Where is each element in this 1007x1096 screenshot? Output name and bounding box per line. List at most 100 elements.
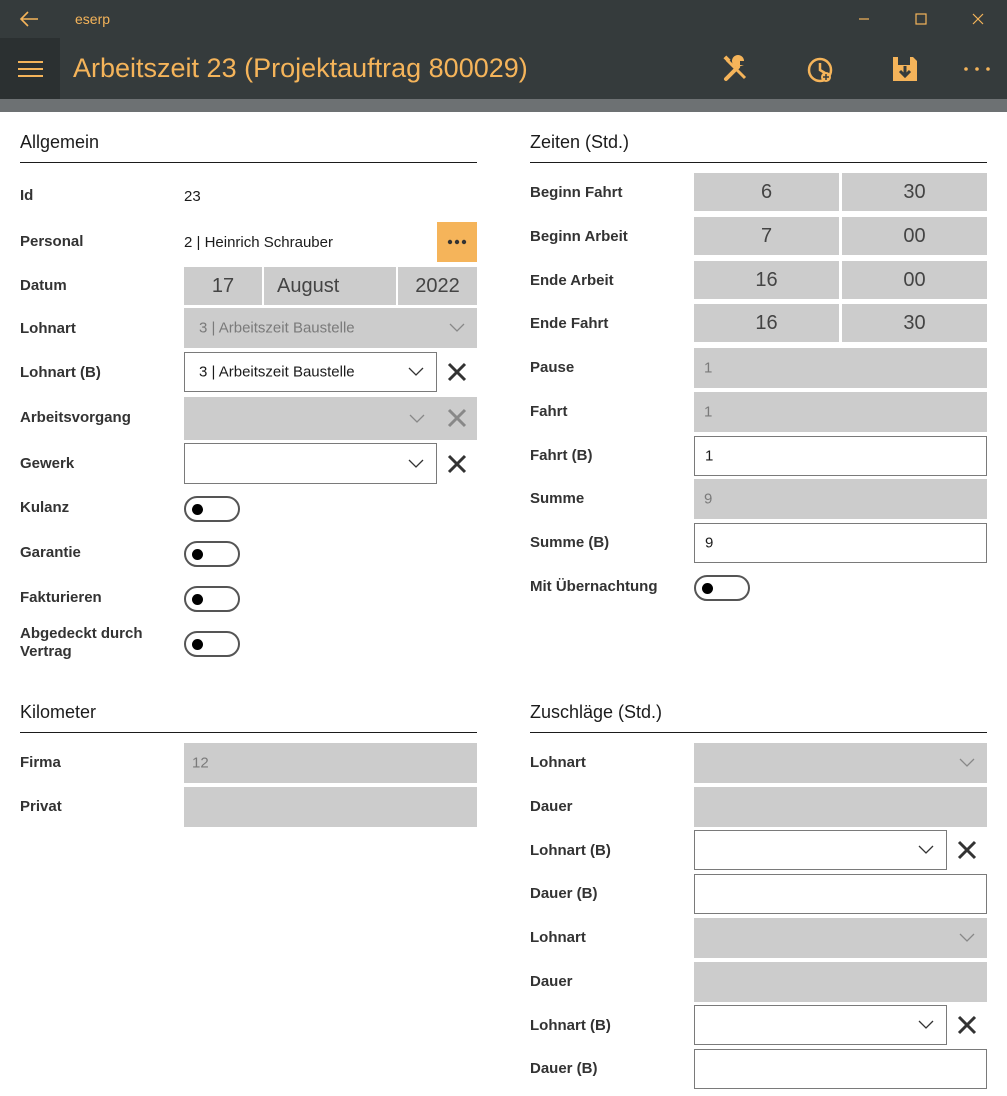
id-value: 23 [184, 188, 201, 205]
fahrt-b-label: Fahrt (B) [530, 447, 593, 464]
header-bar: Arbeitszeit 23 (Projektauftrag 800029) [0, 38, 1007, 99]
pause-label: Pause [530, 359, 575, 376]
chevron-down-icon [408, 367, 424, 376]
fakturieren-label: Fakturieren [20, 589, 102, 606]
zuschlag-lohnart-select [694, 743, 987, 783]
close-icon[interactable] [967, 8, 989, 30]
clear-arbeitsvorgang-icon [447, 408, 467, 428]
maximize-icon[interactable] [910, 8, 932, 30]
summe-b-value: 9 [705, 534, 714, 552]
fahrt-value: 1 [704, 403, 713, 421]
clock-icon[interactable] [803, 52, 837, 86]
more-options-icon[interactable] [960, 52, 994, 86]
beginn-fahrt-minute[interactable]: 30 [842, 173, 987, 211]
section-rule [530, 162, 987, 163]
hamburger-menu-button[interactable] [0, 38, 60, 99]
personal-label: Personal [20, 233, 84, 250]
section-title-zeiten: Zeiten (Std.) [530, 132, 630, 152]
fahrt-b-value: 1 [705, 447, 714, 465]
privat-label: Privat [20, 798, 62, 815]
fahrt-b-input[interactable]: 1 [694, 436, 987, 476]
clear-zuschlag-lohnart-b-2-icon[interactable] [956, 1014, 978, 1036]
pause-value: 1 [704, 359, 713, 377]
summe-field: 9 [694, 479, 987, 519]
app-title: eserp [75, 11, 111, 27]
personal-more-button[interactable] [437, 222, 477, 262]
zuschlag-dauer-b-label: Dauer (B) [530, 885, 598, 902]
beginn-arbeit-minute[interactable]: 00 [842, 217, 987, 255]
ende-arbeit-label: Ende Arbeit [530, 272, 614, 289]
save-icon[interactable] [888, 52, 922, 86]
zuschlag-dauer-b-2-input[interactable] [694, 1049, 987, 1089]
zuschlag-dauer-2-label: Dauer [530, 973, 573, 990]
tools-icon[interactable] [719, 52, 753, 86]
more-dots-icon [447, 239, 467, 245]
personal-value: 2 | Heinrich Schrauber [184, 234, 333, 251]
beginn-arbeit-label: Beginn Arbeit [530, 228, 628, 245]
clear-zuschlag-lohnart-b-icon[interactable] [956, 839, 978, 861]
beginn-fahrt-hour[interactable]: 6 [694, 173, 839, 211]
zuschlag-lohnart-b-select[interactable] [694, 830, 947, 870]
ende-fahrt-hour[interactable]: 16 [694, 304, 839, 342]
garantie-toggle[interactable] [184, 541, 240, 567]
garantie-label: Garantie [20, 544, 81, 561]
zuschlag-lohnart-2-label: Lohnart [530, 929, 586, 946]
kulanz-label: Kulanz [20, 499, 70, 516]
lohnart-select: 3 | Arbeitszeit Baustelle [184, 308, 477, 348]
lohnart-select-value: 3 | Arbeitszeit Baustelle [199, 319, 355, 337]
beginn-arbeit-hour[interactable]: 7 [694, 217, 839, 255]
datum-month-picker[interactable]: August [264, 267, 396, 305]
section-title-allgemein: Allgemein [20, 132, 100, 152]
zuschlag-dauer-b-2-label: Dauer (B) [530, 1060, 598, 1077]
lohnart-label: Lohnart [20, 320, 76, 337]
chevron-down-icon [918, 1020, 934, 1029]
summe-b-input[interactable]: 9 [694, 523, 987, 563]
id-label: Id [20, 187, 34, 204]
gewerk-select[interactable] [184, 443, 437, 484]
uebernachtung-toggle[interactable] [694, 575, 750, 601]
summe-label: Summe [530, 490, 585, 507]
lohnart-b-label: Lohnart (B) [20, 364, 101, 381]
chevron-down-icon [409, 414, 425, 423]
zuschlag-lohnart-b-2-select[interactable] [694, 1005, 947, 1045]
ende-arbeit-hour[interactable]: 16 [694, 261, 839, 299]
title-bar: eserp [0, 0, 1007, 38]
section-rule [20, 732, 477, 733]
minimize-icon[interactable] [853, 8, 875, 30]
abgedeckt-toggle[interactable] [184, 631, 240, 657]
pause-field: 1 [694, 348, 987, 388]
privat-field [184, 787, 477, 827]
fahrt-field: 1 [694, 392, 987, 432]
fahrt-label: Fahrt [530, 403, 568, 420]
section-title-zuschlaege: Zuschläge (Std.) [530, 702, 663, 722]
chevron-down-icon [918, 845, 934, 854]
back-arrow-icon[interactable] [18, 9, 40, 29]
beginn-fahrt-label: Beginn Fahrt [530, 184, 623, 201]
lohnart-b-select-value: 3 | Arbeitszeit Baustelle [199, 363, 355, 381]
zuschlag-lohnart-b-2-label: Lohnart (B) [530, 1017, 611, 1034]
zuschlag-lohnart-2-select [694, 918, 987, 958]
ende-fahrt-label: Ende Fahrt [530, 315, 609, 332]
firma-value: 12 [192, 754, 209, 772]
clear-lohnart-b-icon[interactable] [446, 361, 468, 383]
datum-year-picker[interactable]: 2022 [398, 267, 477, 305]
summe-value: 9 [704, 490, 713, 508]
section-rule [530, 732, 987, 733]
datum-day-picker[interactable]: 17 [184, 267, 262, 305]
zuschlag-dauer-b-input[interactable] [694, 874, 987, 914]
firma-label: Firma [20, 754, 61, 771]
kulanz-toggle[interactable] [184, 496, 240, 522]
zuschlag-dauer-2-field [694, 962, 987, 1002]
abgedeckt-label: Abgedeckt durch Vertrag [20, 625, 143, 660]
zuschlag-dauer-field [694, 787, 987, 827]
ende-arbeit-minute[interactable]: 00 [842, 261, 987, 299]
datum-label: Datum [20, 277, 67, 294]
clear-gewerk-icon[interactable] [446, 453, 468, 475]
chevron-down-icon [449, 323, 465, 332]
arbeitsvorgang-select [184, 397, 477, 440]
ende-fahrt-minute[interactable]: 30 [842, 304, 987, 342]
lohnart-b-select[interactable]: 3 | Arbeitszeit Baustelle [184, 352, 437, 392]
arbeitsvorgang-label: Arbeitsvorgang [20, 409, 131, 426]
fakturieren-toggle[interactable] [184, 586, 240, 612]
uebernachtung-label: Mit Übernachtung [530, 578, 658, 595]
